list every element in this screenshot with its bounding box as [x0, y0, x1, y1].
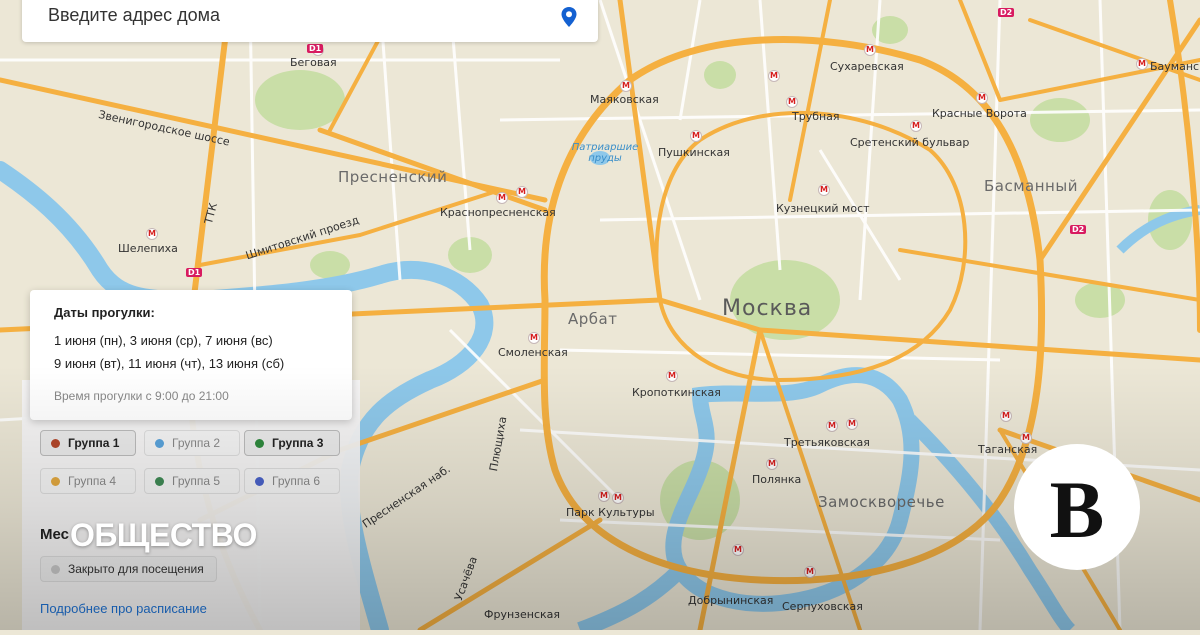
group-label: Группа 4: [68, 474, 117, 488]
station-label: Добрынинская: [688, 594, 774, 607]
closed-label: Закрыто для посещения: [68, 562, 204, 576]
metro-icon[interactable]: [818, 184, 830, 196]
city-label: Москва: [722, 296, 813, 321]
logo-letter: В: [1049, 464, 1105, 555]
group-color-dot: [255, 438, 264, 448]
group-label: Группа 2: [172, 436, 221, 450]
group-color-dot: [155, 438, 164, 448]
group-label: Группа 6: [272, 474, 321, 488]
station-label: Третьяковская: [784, 436, 870, 449]
station-label: Смоленская: [498, 346, 568, 359]
group-label: Группа 1: [68, 436, 120, 450]
station-label: Сретенский бульвар: [850, 136, 970, 149]
route-badge: D1: [307, 44, 324, 53]
metro-icon[interactable]: [864, 44, 876, 56]
metro-icon[interactable]: [910, 120, 922, 132]
metro-icon[interactable]: [598, 490, 610, 502]
group-3-button[interactable]: Группа 3: [244, 430, 340, 456]
water-label: Патриаршие пруды: [571, 142, 639, 164]
route-badge: D1: [186, 268, 203, 277]
group-color-dot: [255, 476, 264, 486]
metro-icon[interactable]: [732, 544, 744, 556]
metro-icon[interactable]: [1136, 58, 1148, 70]
metro-icon[interactable]: [666, 370, 678, 382]
places-heading: Мес: [40, 526, 69, 543]
group-color-dot: [155, 476, 164, 486]
district-label: Арбат: [568, 310, 618, 328]
station-label: Трубная: [792, 110, 840, 123]
district-label: Замоскворечье: [818, 493, 945, 511]
group-color-dot: [51, 476, 60, 486]
walk-schedule-card: Даты прогулки: 1 июня (пн), 3 июня (ср),…: [30, 290, 352, 420]
metro-icon[interactable]: [146, 228, 158, 240]
station-label: Таганская: [978, 443, 1038, 456]
address-search: [22, 0, 598, 42]
station-label: Кузнецкий мост: [776, 202, 870, 215]
schedule-title: Даты прогулки:: [54, 305, 155, 320]
schedule-dates: 1 июня (пн), 3 июня (ср), 7 июня (вс): [54, 333, 273, 348]
schedule-time: Время прогулки с 9:00 до 21:00: [54, 389, 229, 403]
metro-icon[interactable]: [516, 186, 528, 198]
metro-icon[interactable]: [528, 332, 540, 344]
district-label: Басманный: [984, 177, 1078, 195]
group-1-button[interactable]: Группа 1: [40, 430, 136, 456]
group-5-button[interactable]: Группа 5: [144, 468, 240, 494]
category-label: ОБЩЕСТВО: [70, 517, 257, 553]
group-color-dot: [51, 438, 60, 448]
station-label: Парк Культуры: [566, 506, 655, 519]
route-badge: D2: [998, 8, 1015, 17]
route-badge: D2: [1070, 225, 1087, 234]
station-label: Полянка: [752, 473, 802, 486]
station-label: Шелепиха: [118, 242, 178, 255]
station-label: Маяковская: [590, 93, 659, 106]
metro-icon[interactable]: [804, 566, 816, 578]
metro-icon[interactable]: [690, 130, 702, 142]
metro-icon[interactable]: [826, 420, 838, 432]
group-label: Группа 5: [172, 474, 221, 488]
station-label: Сухаревская: [830, 60, 904, 73]
publisher-logo: В: [1014, 444, 1140, 570]
closed-color-dot: [51, 564, 60, 574]
metro-icon[interactable]: [1000, 410, 1012, 422]
metro-icon[interactable]: [976, 92, 988, 104]
district-label: Пресненский: [338, 168, 448, 186]
closed-legend-chip[interactable]: Закрыто для посещения: [40, 556, 217, 582]
schedule-details-link[interactable]: Подробнее про расписание: [40, 601, 207, 616]
metro-icon[interactable]: [620, 80, 632, 92]
station-label: Серпуховская: [782, 600, 863, 613]
metro-icon[interactable]: [612, 492, 624, 504]
metro-icon[interactable]: [768, 70, 780, 82]
metro-icon[interactable]: [766, 458, 778, 470]
station-label: Беговая: [290, 56, 337, 69]
station-label: Пушкинская: [658, 146, 730, 159]
group-4-button[interactable]: Группа 4: [40, 468, 136, 494]
group-label: Группа 3: [272, 436, 324, 450]
group-6-button[interactable]: Группа 6: [244, 468, 340, 494]
station-label: Краснопресненская: [440, 206, 556, 219]
station-label: Красные Ворота: [932, 107, 1027, 120]
schedule-dates: 9 июня (вт), 11 июня (чт), 13 июня (сб): [54, 356, 285, 371]
metro-icon[interactable]: [786, 96, 798, 108]
station-label: Кропоткинская: [632, 386, 721, 399]
group-2-button[interactable]: Группа 2: [144, 430, 240, 456]
metro-icon[interactable]: [846, 418, 858, 430]
metro-icon[interactable]: [496, 192, 508, 204]
location-pin-icon[interactable]: [560, 6, 578, 28]
station-label: Бауманская: [1150, 60, 1200, 73]
station-label: Фрунзенская: [484, 608, 561, 621]
address-search-input[interactable]: [46, 4, 550, 27]
